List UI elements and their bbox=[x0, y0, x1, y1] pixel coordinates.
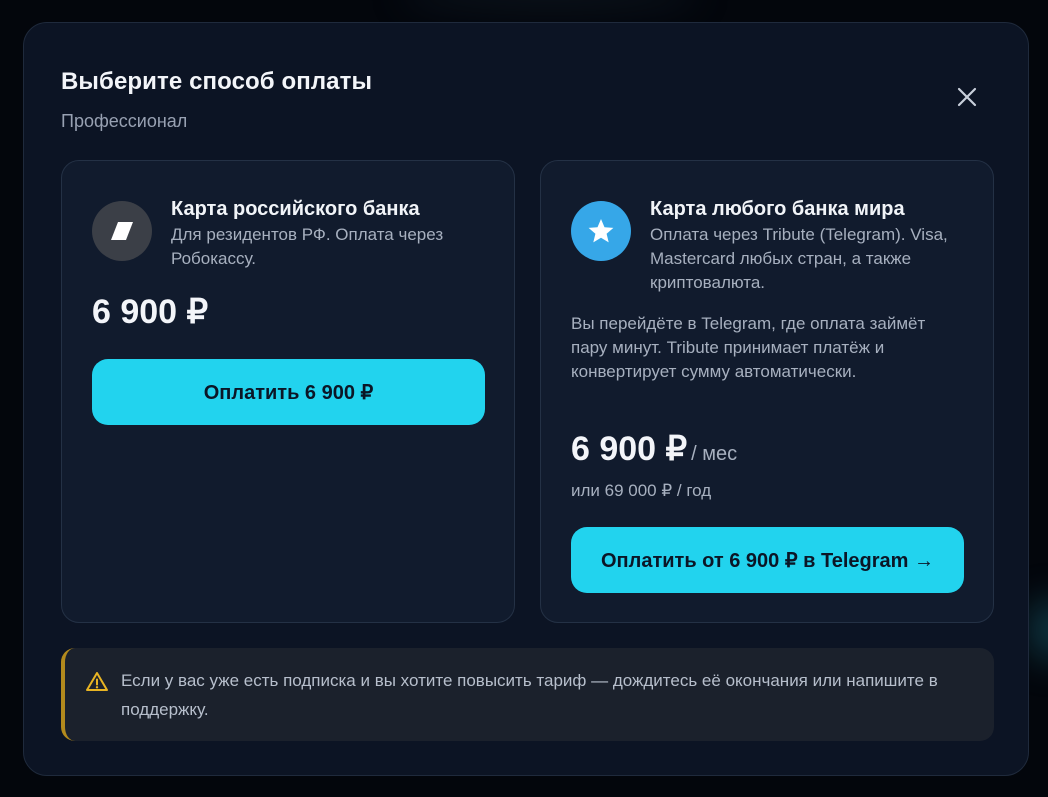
option-title: Карта российского банка bbox=[171, 198, 420, 220]
option-note: Вы перейдёте в Telegram, где оплата займ… bbox=[571, 314, 926, 381]
backdrop-glow bbox=[1028, 600, 1048, 660]
modal-subtitle: Профессионал bbox=[61, 111, 188, 131]
pay-robokassa-button[interactable]: Оплатить 6 900 ₽ bbox=[92, 359, 485, 425]
option-title: Карта любого банка мира bbox=[650, 198, 905, 220]
close-icon bbox=[957, 87, 977, 107]
close-button[interactable] bbox=[951, 81, 983, 113]
payment-option-world-bank: Карта любого банка мира Оплата через Tri… bbox=[540, 160, 994, 623]
payment-method-modal: Выберите способ оплаты Профессионал Карт… bbox=[23, 22, 1029, 776]
notice-text: Если у вас уже есть подписка и вы хотите… bbox=[121, 671, 938, 719]
price-unit: / мес bbox=[691, 443, 738, 465]
option-price: 6 900 ₽ bbox=[92, 293, 209, 331]
card-icon bbox=[92, 201, 152, 261]
backdrop-glow bbox=[400, 0, 700, 10]
option-description: Для резидентов РФ. Оплата через Робокасс… bbox=[171, 225, 444, 268]
option-price: 6 900 ₽ / мес bbox=[571, 429, 737, 469]
option-description: Оплата через Tribute (Telegram). Visa, M… bbox=[650, 225, 948, 292]
modal-title: Выберите способ оплаты bbox=[61, 68, 373, 95]
payment-option-russian-bank: Карта российского банка Для резидентов Р… bbox=[61, 160, 515, 623]
star-icon bbox=[571, 201, 631, 261]
upgrade-notice: Если у вас уже есть подписка и вы хотите… bbox=[61, 648, 994, 741]
alt-price: или 69 000 ₽ / год bbox=[571, 481, 712, 500]
warning-icon bbox=[86, 672, 108, 691]
pay-telegram-button[interactable]: Оплатить от 6 900 ₽ в Telegram → bbox=[571, 527, 964, 593]
price-value: 6 900 ₽ bbox=[571, 430, 688, 468]
